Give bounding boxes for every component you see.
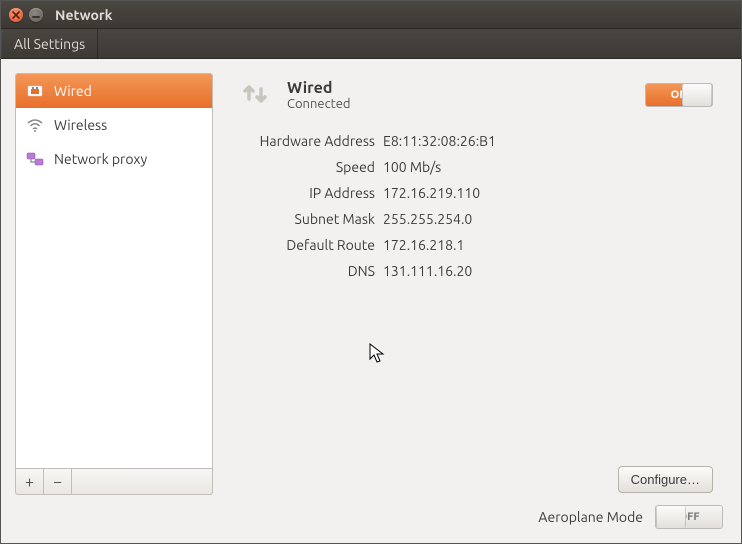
connection-status: Connected bbox=[287, 97, 633, 111]
connection-list-footer: + − bbox=[15, 469, 213, 495]
sidebar-item-wired[interactable]: Wired bbox=[16, 74, 212, 108]
toggle-knob bbox=[656, 506, 686, 528]
content: Wired Wireless Network proxy + − bbox=[1, 59, 741, 543]
prop-key: IP Address bbox=[235, 185, 375, 201]
toggle-knob bbox=[682, 84, 712, 106]
prop-value: 172.16.218.1 bbox=[383, 237, 713, 253]
connection-sidebar: Wired Wireless Network proxy + − bbox=[15, 73, 213, 495]
titlebar: Network bbox=[1, 1, 741, 29]
connection-detail: Wired Connected ON OFF Hardware Address … bbox=[213, 73, 727, 495]
connection-title: Wired bbox=[287, 79, 633, 97]
window-title: Network bbox=[55, 7, 113, 23]
aeroplane-row: Aeroplane Mode ON OFF bbox=[15, 495, 727, 529]
sidebar-item-label: Wireless bbox=[54, 117, 107, 133]
add-connection-button[interactable]: + bbox=[16, 469, 44, 494]
prop-value: 131.111.16.20 bbox=[383, 263, 713, 279]
wifi-icon bbox=[26, 116, 44, 134]
all-settings-button[interactable]: All Settings bbox=[1, 29, 98, 58]
aeroplane-mode-label: Aeroplane Mode bbox=[538, 509, 643, 525]
prop-value: 172.16.219.110 bbox=[383, 185, 713, 201]
connection-list: Wired Wireless Network proxy bbox=[15, 73, 213, 469]
connection-toggle[interactable]: ON OFF bbox=[645, 83, 713, 107]
remove-connection-button[interactable]: − bbox=[44, 469, 72, 494]
prop-key: Subnet Mask bbox=[235, 211, 375, 227]
prop-key: DNS bbox=[235, 263, 375, 279]
ethernet-icon bbox=[26, 82, 44, 100]
sidebar-item-label: Wired bbox=[54, 83, 92, 99]
configure-button[interactable]: Configure… bbox=[618, 466, 713, 493]
prop-value: E8:11:32:08:26:B1 bbox=[383, 133, 713, 149]
prop-value: 255.255.254.0 bbox=[383, 211, 713, 227]
proxy-icon bbox=[26, 150, 44, 168]
sidebar-item-label: Network proxy bbox=[54, 151, 147, 167]
connection-arrows-icon bbox=[235, 75, 275, 115]
toolbar: All Settings bbox=[1, 29, 741, 59]
window-close-button[interactable] bbox=[9, 8, 23, 22]
prop-key: Default Route bbox=[235, 237, 375, 253]
window-minimize-button[interactable] bbox=[29, 8, 43, 22]
connection-properties: Hardware Address E8:11:32:08:26:B1 Speed… bbox=[235, 133, 713, 279]
sidebar-item-proxy[interactable]: Network proxy bbox=[16, 142, 212, 176]
sidebar-item-wireless[interactable]: Wireless bbox=[16, 108, 212, 142]
prop-key: Hardware Address bbox=[235, 133, 375, 149]
prop-key: Speed bbox=[235, 159, 375, 175]
prop-value: 100 Mb/s bbox=[383, 159, 713, 175]
aeroplane-mode-toggle[interactable]: ON OFF bbox=[655, 505, 723, 529]
